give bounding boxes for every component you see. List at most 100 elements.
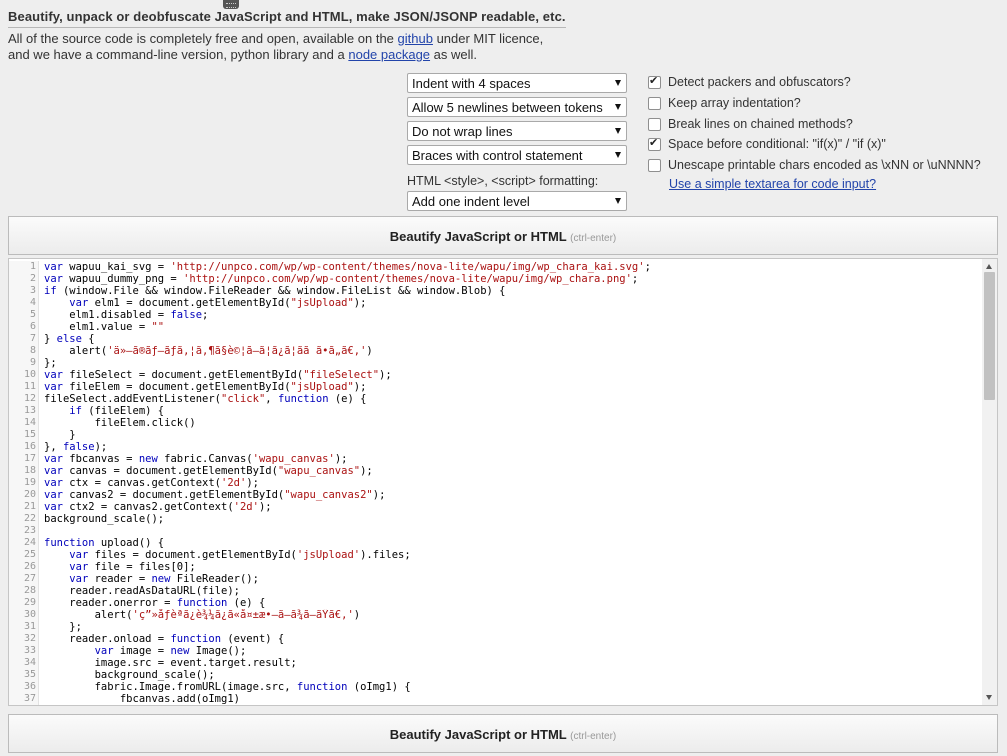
line-number: 10 (23, 369, 36, 380)
checkbox-unescape-chars[interactable] (648, 159, 661, 172)
line-number: 5 (29, 309, 36, 320)
line-number: 26 (23, 561, 36, 572)
dropdown-arrow-icon (615, 80, 621, 86)
code-line: if (window.File && window.FileReader && … (44, 285, 506, 297)
line-number: 23 (23, 525, 36, 536)
code-line: var canvas = document.getElementById("wa… (44, 465, 373, 477)
line-number: 31 (23, 621, 36, 632)
code-editor[interactable]: 1 2 3 4 5 6 7 8 9 10 11 12 13 14 15 16 17 18 19 20 21 22 23 24 2… (8, 258, 998, 706)
option-label: Keep array indentation? (668, 96, 801, 110)
html-formatting-label: HTML <style>, <script> formatting: (407, 174, 599, 188)
braces-select[interactable]: Braces with control statement (407, 145, 627, 165)
line-number: 32 (23, 633, 36, 644)
code-line: var elm1 = document.getElementById("jsUp… (69, 297, 367, 309)
code-line: var ctx2 = canvas2.getContext('2d'); (44, 501, 272, 513)
option-label: Break lines on chained methods? (668, 117, 853, 131)
option-label: Space before conditional: "if(x)" / "if … (668, 137, 886, 151)
scroll-down-icon[interactable] (986, 695, 992, 700)
line-number: 9 (29, 357, 36, 368)
line-number: 34 (23, 657, 36, 668)
line-number: 1 (29, 261, 36, 272)
code-line: elm1.value = "" (44, 321, 165, 333)
code-line: var canvas2 = document.getElementById("w… (44, 489, 386, 501)
simple-textarea-link[interactable]: Use a simple textarea for code input? (669, 177, 876, 191)
line-number: 21 (23, 501, 36, 512)
checkbox-break-chained-methods[interactable] (648, 118, 661, 131)
code-line: alert('ç”»åƒèª­ã¿è¾¼ã¿ã«å¤±æ•—ã—ã¾ã—ãŸã€… (44, 609, 361, 621)
checkbox-keep-array-indentation[interactable] (648, 97, 661, 110)
code-line: } else { (44, 333, 95, 345)
line-number: 2 (29, 273, 36, 284)
line-number: 11 (23, 381, 36, 392)
wrap-select[interactable]: Do not wrap lines (407, 121, 627, 141)
line-number: 36 (23, 681, 36, 692)
beautify-button-bottom[interactable]: Beautify JavaScript or HTML (ctrl-enter) (8, 714, 998, 753)
code-line: if (fileElem) { (69, 405, 165, 417)
code-line: var wapuu_dummy_png = 'http://unpco.com/… (44, 273, 639, 285)
code-line: var fbcanvas = new fabric.Canvas('wapu_c… (44, 453, 348, 465)
newlines-select[interactable]: Allow 5 newlines between tokens (407, 97, 627, 117)
html-format-select[interactable]: Add one indent level (407, 191, 627, 211)
shortcut-hint: (ctrl-enter) (570, 233, 617, 244)
code-line: background_scale(); (44, 669, 215, 681)
dropdown-arrow-icon (615, 152, 621, 158)
intro-text-3: and we have a command-line version, pyth… (8, 47, 349, 62)
code-line: }, false); (44, 441, 108, 453)
code-line: elm1.disabled = false; (44, 309, 209, 321)
braces-select-value: Braces with control statement (412, 148, 583, 163)
line-number: 17 (23, 453, 36, 464)
line-number: 8 (29, 345, 36, 356)
option-label: Unescape printable chars encoded as \xNN… (668, 158, 981, 172)
scrollbar-thumb[interactable] (984, 272, 995, 400)
editor-scrollbar[interactable] (982, 259, 997, 705)
page-title: Beautify, unpack or deobfuscate JavaScri… (8, 9, 566, 28)
code-line: fileSelect.addEventListener("click", fun… (44, 393, 367, 405)
html-format-select-value: Add one indent level (412, 194, 530, 209)
beautify-button-top[interactable]: Beautify JavaScript or HTML (ctrl-enter) (8, 216, 998, 255)
line-number: 18 (23, 465, 36, 476)
line-number: 33 (23, 645, 36, 656)
code-content[interactable]: var wapuu_kai_svg = 'http://unpco.com/wp… (44, 261, 981, 705)
line-number: 37 (23, 693, 36, 704)
code-line: function upload() { (44, 537, 165, 549)
code-line: var file = files[0]; (69, 561, 196, 573)
line-number: 24 (23, 537, 36, 548)
code-line: var ctx = canvas.getContext('2d'); (44, 477, 259, 489)
intro-text-1: All of the source code is completely fre… (8, 31, 398, 46)
intro-text: All of the source code is completely fre… (8, 31, 628, 63)
option-label: Detect packers and obfuscators? (668, 75, 851, 89)
shortcut-hint: (ctrl-enter) (570, 731, 617, 742)
intro-text-2: under MIT licence, (432, 31, 544, 46)
wrap-select-value: Do not wrap lines (412, 124, 513, 139)
indent-select-value: Indent with 4 spaces (412, 76, 531, 91)
line-number: 19 (23, 477, 36, 488)
github-link[interactable]: github (398, 31, 433, 46)
code-line: reader.onload = function (event) { (44, 633, 285, 645)
code-line: fileElem.click() (44, 417, 196, 429)
indent-select[interactable]: Indent with 4 spaces (407, 73, 627, 93)
scroll-up-icon[interactable] (986, 264, 992, 269)
dropdown-arrow-icon (615, 198, 621, 204)
line-number: 6 (29, 321, 36, 332)
line-number: 35 (23, 669, 36, 680)
checkbox-space-before-conditional[interactable] (648, 136, 661, 151)
code-line: fabric.Image.fromURL(image.src, function… (44, 681, 411, 693)
checkbox-detect-packers[interactable] (648, 74, 661, 89)
line-number: 30 (23, 609, 36, 620)
code-line: }; (44, 357, 57, 369)
line-number: 14 (23, 417, 36, 428)
code-line: var reader = new FileReader(); (69, 573, 259, 585)
newlines-select-value: Allow 5 newlines between tokens (412, 100, 603, 115)
code-line: reader.onerror = function (e) { (44, 597, 266, 609)
line-number: 28 (23, 585, 36, 596)
line-number: 20 (23, 489, 36, 500)
intro-text-4: as well. (430, 47, 478, 62)
line-number: 12 (23, 393, 36, 404)
line-number: 25 (23, 549, 36, 560)
code-line: var image = new Image(); (94, 645, 247, 657)
node-package-link[interactable]: node package (348, 47, 430, 62)
code-line: reader.readAsDataURL(file); (44, 585, 240, 597)
code-line: var files = document.getElementById('jsU… (69, 549, 411, 561)
dropdown-arrow-icon (615, 128, 621, 134)
